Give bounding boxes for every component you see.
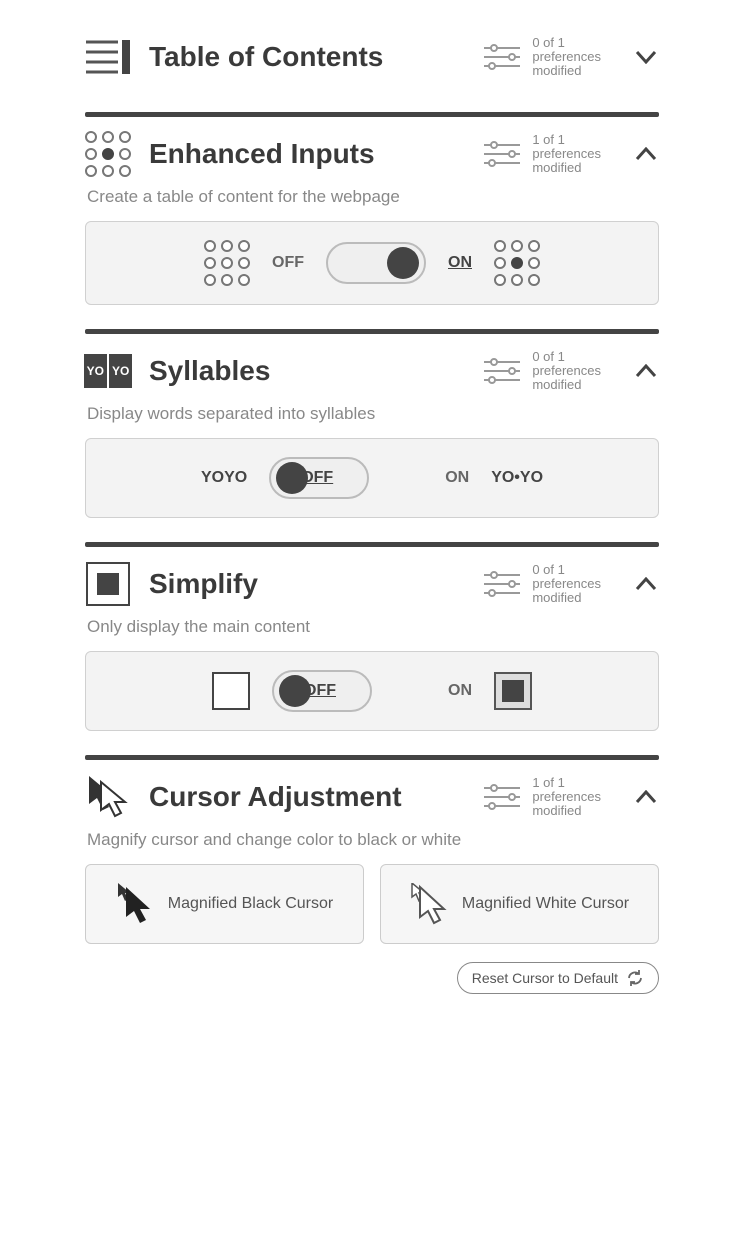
section-syllables: YOYO Syllables 0 of 1 preferences modifi… <box>85 334 659 542</box>
prefs-count: 0 of 1 <box>532 563 601 577</box>
on-state-example: YO•YO <box>491 469 543 487</box>
section-header: Cursor Adjustment 1 of 1 preferences mod… <box>85 770 659 828</box>
prefs-count: 1 of 1 <box>532 133 601 147</box>
on-label: ON <box>448 254 472 272</box>
prefs-text: 1 of 1 preferences modified <box>532 133 601 176</box>
toggle-switch[interactable] <box>326 242 426 284</box>
section-cursor-adjustment: Cursor Adjustment 1 of 1 preferences mod… <box>85 760 659 1018</box>
section-title: Syllables <box>149 355 464 387</box>
white-cursor-icon <box>410 883 452 925</box>
prefs-count: 1 of 1 <box>532 776 601 790</box>
magnified-white-cursor-button[interactable]: Magnified White Cursor <box>380 864 659 944</box>
sliders-icon <box>482 42 522 72</box>
cursor-icon <box>85 774 131 820</box>
section-title: Table of Contents <box>149 41 464 73</box>
prefs-text: 1 of 1 preferences modified <box>532 776 601 819</box>
refresh-icon <box>626 969 644 987</box>
on-label: ON <box>445 469 469 487</box>
section-title: Cursor Adjustment <box>149 781 464 813</box>
off-label: OFF <box>301 469 333 487</box>
off-state-example: YOYO <box>201 469 247 487</box>
collapse-toggle[interactable] <box>633 571 659 597</box>
section-title: Simplify <box>149 568 464 600</box>
section-header: YOYO Syllables 0 of 1 preferences modifi… <box>85 344 659 402</box>
section-header: Table of Contents 0 of 1 preferences mod… <box>85 30 659 88</box>
section-header: Enhanced Inputs 1 of 1 preferences modif… <box>85 127 659 185</box>
cursor-options: Magnified Black Cursor Magnified White C… <box>85 864 659 944</box>
prefs-summary: 0 of 1 preferences modified <box>482 563 601 606</box>
prefs-text: 0 of 1 preferences modified <box>532 563 601 606</box>
simplify-icon <box>85 561 131 607</box>
on-state-icon <box>494 240 540 286</box>
collapse-toggle[interactable] <box>633 141 659 167</box>
prefs-count: 0 of 1 <box>532 350 601 364</box>
prefs-text: 0 of 1 preferences modified <box>532 350 601 393</box>
prefs-count: 0 of 1 <box>532 36 601 50</box>
prefs-summary: 1 of 1 preferences modified <box>482 776 601 819</box>
on-label: ON <box>448 682 472 700</box>
off-state-icon <box>204 240 250 286</box>
expand-toggle[interactable] <box>633 44 659 70</box>
sliders-icon <box>482 569 522 599</box>
section-description: Display words separated into syllables <box>87 404 659 424</box>
prefs-summary: 0 of 1 preferences modified <box>482 350 601 393</box>
sliders-icon <box>482 356 522 386</box>
toggle-panel: YOYO OFF ON YO•YO <box>85 438 659 518</box>
section-simplify: Simplify 0 of 1 preferences modified Onl… <box>85 547 659 755</box>
toggle-panel: OFF ON <box>85 221 659 305</box>
toggle-panel: OFF ON <box>85 651 659 731</box>
off-label: OFF <box>272 254 304 272</box>
reset-row: Reset Cursor to Default <box>85 962 659 994</box>
black-cursor-icon <box>116 883 158 925</box>
collapse-toggle[interactable] <box>633 784 659 810</box>
section-description: Magnify cursor and change color to black… <box>87 830 659 850</box>
toc-icon <box>85 34 131 80</box>
enhanced-inputs-icon <box>85 131 131 177</box>
prefs-summary: 1 of 1 preferences modified <box>482 133 601 176</box>
section-title: Enhanced Inputs <box>149 138 464 170</box>
prefs-summary: 0 of 1 preferences modified <box>482 36 601 79</box>
collapse-toggle[interactable] <box>633 358 659 384</box>
reset-cursor-button[interactable]: Reset Cursor to Default <box>457 962 659 994</box>
prefs-text: 0 of 1 preferences modified <box>532 36 601 79</box>
section-table-of-contents: Table of Contents 0 of 1 preferences mod… <box>85 20 659 112</box>
sliders-icon <box>482 782 522 812</box>
option-label: Magnified White Cursor <box>462 895 629 913</box>
section-enhanced-inputs: Enhanced Inputs 1 of 1 preferences modif… <box>85 117 659 329</box>
sliders-icon <box>482 139 522 169</box>
off-state-icon <box>212 672 250 710</box>
section-description: Create a table of content for the webpag… <box>87 187 659 207</box>
magnified-black-cursor-button[interactable]: Magnified Black Cursor <box>85 864 364 944</box>
option-label: Magnified Black Cursor <box>168 895 333 913</box>
on-state-icon <box>494 672 532 710</box>
syllables-icon: YOYO <box>85 348 131 394</box>
reset-label: Reset Cursor to Default <box>472 970 618 986</box>
off-label: OFF <box>304 682 336 700</box>
section-description: Only display the main content <box>87 617 659 637</box>
section-header: Simplify 0 of 1 preferences modified <box>85 557 659 615</box>
